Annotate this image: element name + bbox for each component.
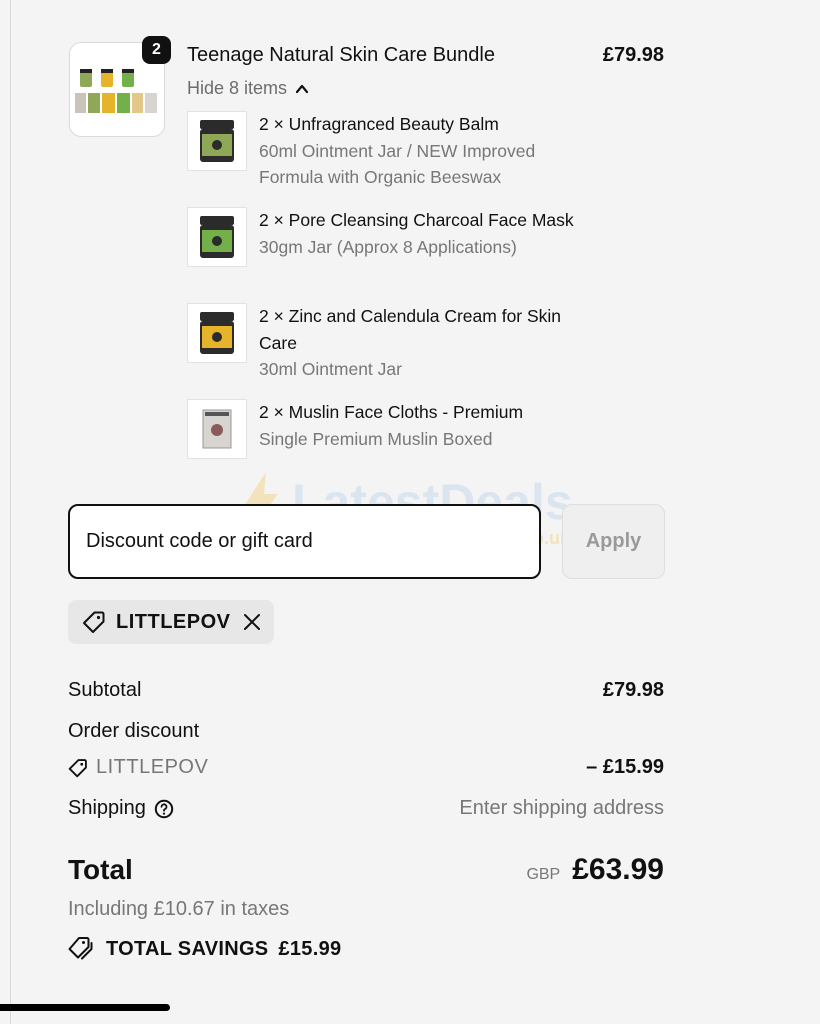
- total-savings: TOTAL SAVINGS £15.99: [68, 936, 341, 962]
- item-variant: 30ml Ointment Jar: [259, 359, 402, 379]
- subtotal-label: Subtotal: [68, 679, 142, 701]
- total-amount-group: GBP £63.99: [526, 853, 664, 887]
- product-thumbnail: [187, 399, 247, 459]
- help-icon[interactable]: [154, 799, 174, 819]
- item-name: 2 × Zinc and Calendula Cream for Skin Ca…: [259, 306, 562, 353]
- savings-value: £15.99: [278, 937, 342, 960]
- item-name: 2 × Pore Cleansing Charcoal Face Mask: [259, 210, 574, 230]
- discount-code-text: LITTLEPOV: [96, 756, 209, 778]
- tag-icon: [68, 758, 87, 777]
- item-variant: 30gm Jar (Approx 8 Applications): [259, 236, 517, 257]
- discount-code-input[interactable]: [68, 504, 541, 579]
- taxes-note: Including £10.67 in taxes: [68, 898, 290, 920]
- item-variant: 60ml Ointment Jar / NEW Improved Formula…: [259, 140, 536, 188]
- savings-label: TOTAL SAVINGS: [106, 937, 269, 960]
- hide-items-label: Hide 8 items: [187, 78, 288, 98]
- bundle-price: £79.98: [602, 44, 664, 66]
- quantity-badge: 2: [142, 36, 171, 64]
- applied-code-chip: LITTLEPOV: [68, 600, 274, 644]
- order-discount-label: Order discount: [68, 720, 200, 742]
- chevron-up-icon: [295, 84, 309, 93]
- hide-items-toggle[interactable]: Hide 8 items: [187, 78, 309, 99]
- bundle-title: Teenage Natural Skin Care Bundle: [187, 44, 495, 66]
- tag-icon: [83, 611, 105, 633]
- currency-code: GBP: [526, 866, 561, 883]
- item-name: 2 × Muslin Face Cloths - Premium: [259, 402, 524, 422]
- subtotal-value: £79.98: [602, 679, 664, 701]
- left-divider: [10, 0, 11, 1024]
- total-value: £63.99: [572, 853, 664, 886]
- shipping-row: Shipping: [68, 797, 174, 820]
- product-thumbnail: [187, 207, 247, 267]
- shipping-value: Enter shipping address: [459, 797, 664, 819]
- product-thumbnail: [187, 303, 247, 363]
- apply-button[interactable]: Apply: [562, 504, 665, 579]
- discount-code-line: LITTLEPOV: [68, 756, 208, 779]
- remove-code-icon[interactable]: [242, 612, 262, 632]
- item-name: 2 × Unfragranced Beauty Balm: [259, 114, 499, 134]
- item-variant: Single Premium Muslin Boxed: [259, 428, 493, 449]
- total-label: Total: [68, 854, 133, 885]
- home-indicator: [0, 1004, 170, 1011]
- savings-tag-icon: [68, 937, 93, 960]
- product-thumbnail: [187, 111, 247, 171]
- shipping-label: Shipping: [68, 797, 146, 819]
- applied-code-label: LITTLEPOV: [116, 610, 231, 633]
- discount-value: – £15.99: [586, 756, 664, 778]
